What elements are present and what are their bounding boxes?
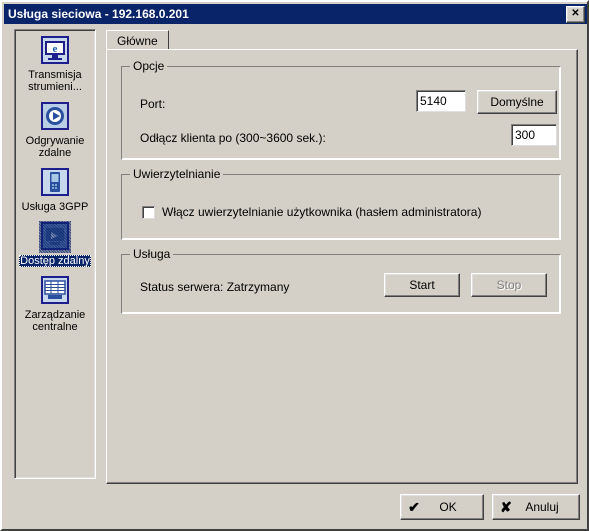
sidebar-item-usluga-3gpp[interactable]: Usługa 3GPP bbox=[15, 167, 95, 213]
sidebar-item-transmisja-strumieni[interactable]: e Transmisja strumieni... bbox=[15, 35, 95, 93]
category-sidebar[interactable]: e Transmisja strumieni... Odgrywanie zda… bbox=[14, 29, 96, 479]
sidebar-item-dostep-zdalny[interactable]: Dostęp zdalny bbox=[15, 221, 95, 267]
remote-access-icon bbox=[39, 221, 71, 253]
timeout-label: Odłącz klienta po (300~3600 sek.): bbox=[140, 131, 326, 145]
mobile-phone-icon bbox=[39, 167, 71, 199]
stop-button: Stop bbox=[471, 273, 547, 297]
checkmark-icon: ✔ bbox=[408, 498, 420, 515]
options-group: Opcje Port: Domyślne Odłącz klienta po (… bbox=[121, 60, 561, 160]
options-group-title: Opcje bbox=[130, 60, 168, 73]
sidebar-item-label: Transmisja strumieni... bbox=[28, 69, 82, 93]
ok-button-label: OK bbox=[439, 500, 457, 514]
timeout-input[interactable] bbox=[511, 124, 557, 146]
cross-icon: ✘ bbox=[500, 498, 512, 515]
window-title: Usługa sieciowa - 192.168.0.201 bbox=[8, 7, 189, 21]
close-icon[interactable]: ✕ bbox=[566, 5, 585, 23]
cancel-button-label: Anuluj bbox=[525, 500, 559, 514]
play-circle-icon bbox=[39, 101, 71, 133]
monitor-browser-icon: e bbox=[39, 35, 71, 67]
service-group: Usługa Status serwera: Zatrzymany Start … bbox=[121, 248, 561, 314]
titlebar[interactable]: Usługa sieciowa - 192.168.0.201 ✕ bbox=[4, 4, 587, 24]
service-group-title: Usługa bbox=[130, 248, 174, 261]
sidebar-item-label: Zarządzanie centralne bbox=[24, 309, 86, 333]
server-status-label: Status serwera: Zatrzymany bbox=[140, 280, 290, 294]
tab-panel-glowne: Opcje Port: Domyślne Odłącz klienta po (… bbox=[106, 49, 578, 484]
ok-button[interactable]: ✔ OK bbox=[400, 494, 484, 520]
server-rack-icon bbox=[39, 275, 71, 307]
cancel-button[interactable]: ✘ Anuluj bbox=[492, 494, 580, 520]
authentication-group-title: Uwierzytelnianie bbox=[130, 168, 224, 181]
sidebar-item-label: Usługa 3GPP bbox=[21, 201, 89, 213]
start-button[interactable]: Start bbox=[384, 273, 460, 297]
auth-checkbox-row[interactable]: Włącz uwierzytelnianie użytkownika (hasł… bbox=[142, 205, 481, 219]
sidebar-item-zarzadzanie-centralne[interactable]: Zarządzanie centralne bbox=[15, 275, 95, 333]
network-service-dialog: Usługa sieciowa - 192.168.0.201 ✕ e Tran… bbox=[0, 0, 589, 531]
port-input[interactable] bbox=[416, 90, 466, 112]
svg-text:e: e bbox=[53, 43, 58, 55]
authentication-group: Uwierzytelnianie Włącz uwierzytelnianie … bbox=[121, 168, 561, 240]
enable-auth-checkbox[interactable] bbox=[142, 205, 155, 219]
selection-overlay bbox=[39, 221, 71, 253]
sidebar-item-odgrywanie-zdalne[interactable]: Odgrywanie zdalne bbox=[15, 101, 95, 159]
sidebar-item-label: Dostęp zdalny bbox=[19, 255, 91, 267]
enable-auth-label: Włącz uwierzytelnianie użytkownika (hasł… bbox=[162, 205, 482, 219]
sidebar-item-label: Odgrywanie zdalne bbox=[25, 135, 85, 159]
port-label: Port: bbox=[140, 97, 166, 111]
default-button[interactable]: Domyślne bbox=[477, 90, 557, 114]
tab-glowne[interactable]: Główne bbox=[106, 30, 169, 50]
tabstrip: Główne bbox=[106, 30, 578, 50]
